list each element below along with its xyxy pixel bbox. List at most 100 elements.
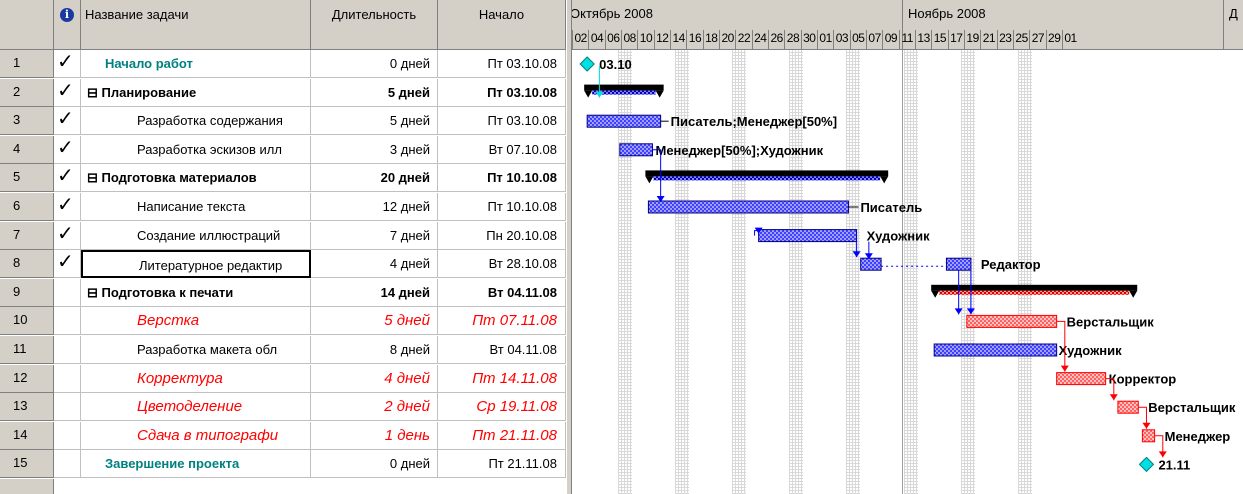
start-cell[interactable]: Вт 04.11.08 (438, 336, 566, 364)
summary-bar-planning[interactable] (584, 84, 664, 91)
checkmark-icon: ✓ (57, 51, 74, 73)
day-tick-label: 28 (784, 30, 800, 50)
header-task-name[interactable]: Название задачи (81, 0, 311, 50)
row-number[interactable]: 3 (0, 107, 54, 136)
task-bar[interactable] (860, 257, 882, 271)
start-cell[interactable]: Вт 07.10.08 (438, 135, 566, 164)
day-tick-label: 01 (1061, 30, 1078, 50)
timescale-header: Октябрь 2008 Ноябрь 2008 Д 02 04 06 08 10 12 14 1… (572, 0, 1243, 50)
task-name-cell[interactable]: Написание текста (81, 193, 311, 221)
duration-cell[interactable]: 4 дней (311, 364, 438, 393)
duration-cell[interactable]: 1 день (311, 421, 438, 450)
row-number-empty[interactable] (0, 479, 54, 494)
milestone-marker[interactable] (579, 56, 595, 72)
start-cell[interactable]: Пт 14.11.08 (438, 364, 566, 393)
month-divider (1223, 0, 1224, 50)
row-number[interactable]: 1 (0, 50, 54, 78)
start-cell[interactable]: Пт 10.10.08 (438, 193, 566, 221)
duration-cell[interactable]: 5 дней (311, 107, 438, 136)
start-cell[interactable]: Пн 20.10.08 (438, 221, 566, 250)
day-tick-label: 16 (686, 30, 702, 50)
duration-cell[interactable]: 3 дней (311, 135, 438, 164)
row-number[interactable]: 7 (0, 221, 54, 250)
checkmark-icon: ✓ (57, 222, 74, 245)
task-bar[interactable] (586, 114, 662, 128)
indicator-cell: ✓ (54, 107, 81, 136)
critical-task-bar[interactable] (1117, 400, 1139, 414)
task-name-cell[interactable]: Разработка эскизов илл (81, 135, 311, 164)
task-name-cell[interactable]: Литературное редактир (81, 250, 311, 279)
task-name-cell[interactable]: ⊟ Подготовка материалов (81, 164, 311, 193)
row-number[interactable]: 4 (0, 135, 54, 164)
duration-cell[interactable]: 5 дней (311, 78, 438, 107)
gantt-body: 03.10 Писатель;Менеджер[50%] Менеджер[50%]… (572, 50, 1243, 494)
start-cell[interactable]: Ср 19.11.08 (438, 393, 566, 422)
task-name-cell[interactable]: ⊟ Планирование (81, 78, 311, 107)
header-row-number[interactable] (0, 0, 54, 50)
row-number[interactable]: 10 (0, 307, 54, 336)
indicator-cell (54, 421, 81, 450)
checkmark-icon: ✓ (57, 194, 74, 216)
task-bar[interactable] (619, 143, 653, 157)
summary-bar-printing[interactable] (931, 284, 1138, 291)
critical-task-bar[interactable] (1141, 429, 1156, 443)
header-duration[interactable]: Длительность (311, 0, 438, 50)
task-name-cell[interactable]: Разработка макета обл (81, 336, 311, 364)
row-number[interactable]: 13 (0, 393, 54, 422)
task-name-cell[interactable]: ⊟ Подготовка к печати (81, 278, 311, 307)
task-bar[interactable] (647, 200, 849, 214)
duration-cell[interactable]: 5 дней (311, 307, 438, 336)
row-number[interactable]: 15 (0, 450, 54, 479)
header-start[interactable]: Начало (438, 0, 566, 50)
header-indicators[interactable]: i (54, 0, 81, 50)
checkmark-icon: ✓ (57, 79, 74, 102)
row-number[interactable]: 11 (0, 336, 54, 364)
row-number[interactable]: 5 (0, 164, 54, 193)
task-name-cell[interactable]: Начало работ (81, 50, 311, 78)
dependency-arrow (1109, 394, 1118, 401)
start-cell[interactable]: Пт 21.11.08 (438, 421, 566, 450)
milestone-marker[interactable] (1138, 456, 1155, 473)
start-cell[interactable]: Пт 03.10.08 (438, 107, 566, 136)
start-cell[interactable]: Пт 07.11.08 (438, 307, 566, 336)
duration-cell[interactable]: 7 дней (311, 221, 438, 250)
task-bar[interactable] (758, 229, 858, 243)
row-number[interactable]: 12 (0, 364, 54, 393)
task-name-cell[interactable]: Сдача в типографи (81, 421, 311, 450)
task-name-cell[interactable]: Корректура (81, 364, 311, 393)
critical-task-bar[interactable] (966, 314, 1058, 328)
duration-cell[interactable]: 8 дней (311, 336, 438, 364)
summary-bar-materials[interactable] (645, 170, 889, 177)
row-number[interactable]: 9 (0, 278, 54, 307)
task-bar[interactable] (945, 257, 972, 271)
task-name-cell[interactable]: Верстка (81, 307, 311, 336)
row-number[interactable]: 2 (0, 78, 54, 107)
task-name-cell[interactable]: Завершение проекта (81, 450, 311, 479)
start-cell[interactable]: Пт 03.10.08 (438, 78, 566, 107)
start-cell[interactable]: Пт 03.10.08 (438, 50, 566, 78)
task-bar[interactable] (933, 343, 1058, 357)
indicator-cell (54, 364, 81, 393)
indicator-cell: ✓ (54, 250, 81, 279)
duration-cell[interactable]: 14 дней (311, 278, 438, 307)
task-name-cell[interactable]: Создание иллюстраций (81, 221, 311, 250)
row-number[interactable]: 14 (0, 421, 54, 450)
duration-cell[interactable]: 0 дней (311, 50, 438, 78)
dependency-arrow (852, 251, 861, 258)
duration-cell[interactable]: 2 дней (311, 393, 438, 422)
row-number[interactable]: 8 (0, 250, 54, 279)
task-name-cell[interactable]: Цветоделение (81, 393, 311, 422)
row-number[interactable]: 6 (0, 193, 54, 221)
start-cell[interactable]: Вт 28.10.08 (438, 250, 566, 279)
duration-cell[interactable]: 12 дней (311, 193, 438, 221)
bar-label: Менеджер (1165, 429, 1231, 444)
duration-cell[interactable]: 0 дней (311, 450, 438, 479)
start-cell[interactable]: Вт 04.11.08 (438, 278, 566, 307)
milestone-label: 03.10 (599, 57, 632, 72)
duration-cell[interactable]: 4 дней (311, 250, 438, 279)
start-cell[interactable]: Пт 21.11.08 (438, 450, 566, 479)
critical-task-bar[interactable] (1056, 372, 1107, 386)
task-name-cell[interactable]: Разработка содержания (81, 107, 311, 136)
duration-cell[interactable]: 20 дней (311, 164, 438, 193)
start-cell[interactable]: Пт 10.10.08 (438, 164, 566, 193)
